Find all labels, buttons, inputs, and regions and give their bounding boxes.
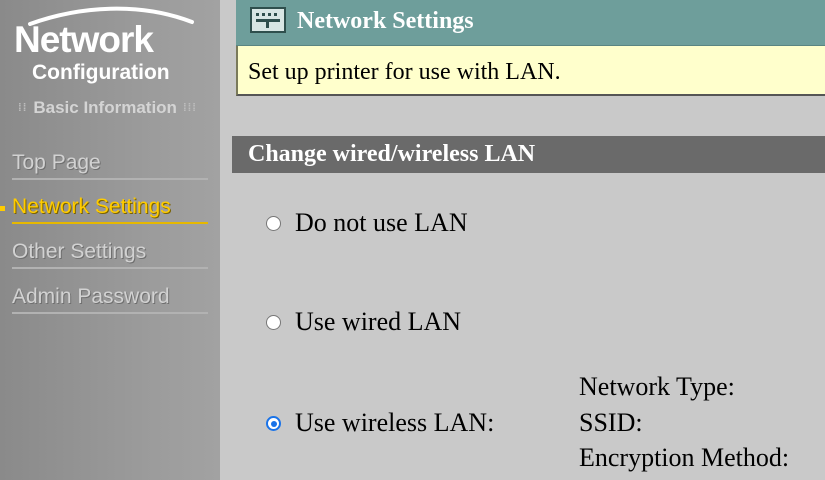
- option-use-wired-lan[interactable]: Use wired LAN: [266, 306, 461, 338]
- sidebar-item-top-page[interactable]: Top Page: [12, 148, 208, 180]
- option-do-not-use-lan[interactable]: Do not use LAN: [266, 207, 468, 239]
- sidebar: Network Configuration ⁞⁞ Basic Informati…: [0, 0, 220, 480]
- sidebar-item-network-settings[interactable]: Network Settings: [12, 192, 208, 224]
- section-header: Change wired/wireless LAN: [232, 136, 825, 173]
- option-label[interactable]: Do not use LAN: [295, 207, 468, 239]
- logo-subtitle: Configuration: [32, 61, 170, 84]
- page-description: Set up printer for use with LAN.: [248, 59, 561, 85]
- option-label[interactable]: Use wired LAN: [295, 306, 461, 338]
- logo-title: Network: [14, 19, 154, 60]
- encryption-method-label: Encryption Method:: [579, 443, 790, 472]
- option-use-wireless-lan[interactable]: Use wireless LAN:: [266, 407, 494, 439]
- sidebar-section-label: ⁞⁞ Basic Information ⁞⁞⁞: [0, 97, 215, 119]
- radio-do-not-use-lan[interactable]: [266, 215, 281, 231]
- description-box: Set up printer for use with LAN.: [236, 46, 825, 96]
- dots-left-icon: ⁞⁞: [18, 102, 28, 114]
- active-marker-icon: [0, 206, 5, 211]
- page-title: Network Settings: [297, 8, 474, 34]
- ssid-label: SSID:: [579, 408, 643, 437]
- network-settings-glyph: [256, 13, 280, 28]
- sidebar-item-admin-password[interactable]: Admin Password: [12, 282, 208, 314]
- sidebar-item-other-settings[interactable]: Other Settings: [12, 237, 208, 269]
- network-type-label: Network Type:: [579, 372, 735, 401]
- option-label[interactable]: Use wireless LAN:: [295, 407, 494, 439]
- section-title: Change wired/wireless LAN: [248, 141, 536, 167]
- radio-use-wireless-lan[interactable]: [266, 415, 281, 431]
- section-label-text: Basic Information: [33, 98, 177, 117]
- network-settings-icon: [250, 7, 286, 33]
- dots-right-icon: ⁞⁞⁞: [182, 102, 197, 114]
- radio-use-wired-lan[interactable]: [266, 314, 281, 330]
- page-header: Network Settings: [236, 0, 825, 46]
